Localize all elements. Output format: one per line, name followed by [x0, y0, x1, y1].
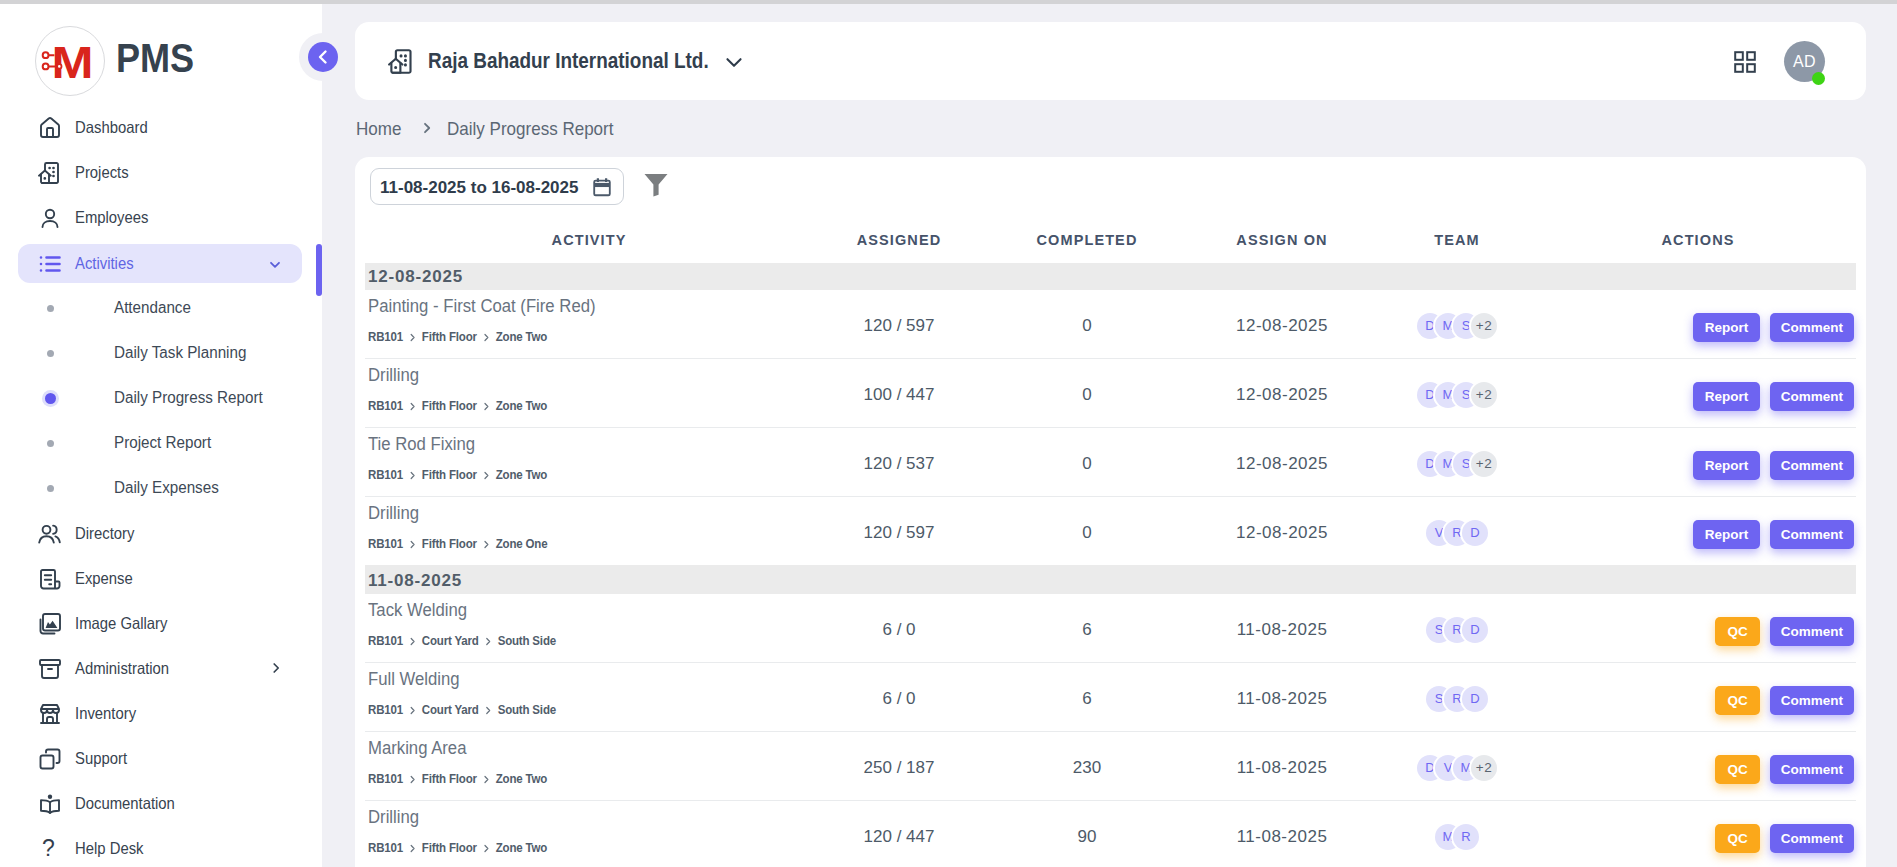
svg-text:M: M	[51, 38, 93, 87]
